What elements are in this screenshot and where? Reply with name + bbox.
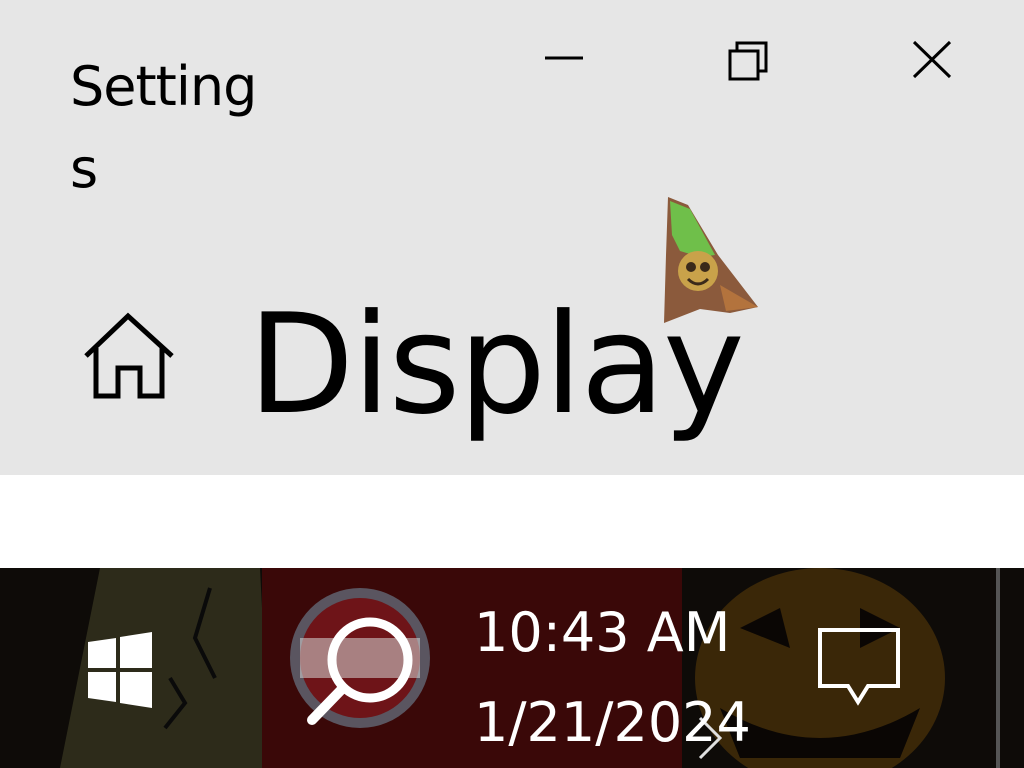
home-icon (84, 312, 174, 399)
restore-button[interactable] (703, 20, 793, 100)
home-button[interactable] (80, 308, 180, 408)
clock-time: 10:43 AM (474, 601, 731, 664)
start-button[interactable] (80, 630, 160, 710)
restore-icon (728, 41, 768, 81)
mascot-sticker-icon (664, 197, 758, 323)
app-title: Settings (70, 55, 257, 200)
search-icon (307, 617, 413, 725)
action-center-icon (818, 628, 900, 706)
taskbar: 10:43 AM 1/21/2024 (0, 568, 1024, 768)
clock-date: 1/21/2024 (474, 691, 751, 754)
windows-logo-icon (88, 632, 152, 708)
action-center-button[interactable] (812, 620, 912, 720)
show-desktop-divider[interactable] (996, 568, 1000, 768)
search-button[interactable] (298, 608, 428, 738)
minimize-icon (545, 56, 583, 60)
minimize-button[interactable] (520, 20, 610, 100)
close-button[interactable] (887, 20, 977, 100)
settings-window: Settings Display (0, 0, 1024, 568)
window-header: Settings Display (0, 0, 1024, 475)
taskbar-clock[interactable]: 10:43 AM 1/21/2024 (470, 590, 760, 760)
close-icon (912, 40, 952, 79)
